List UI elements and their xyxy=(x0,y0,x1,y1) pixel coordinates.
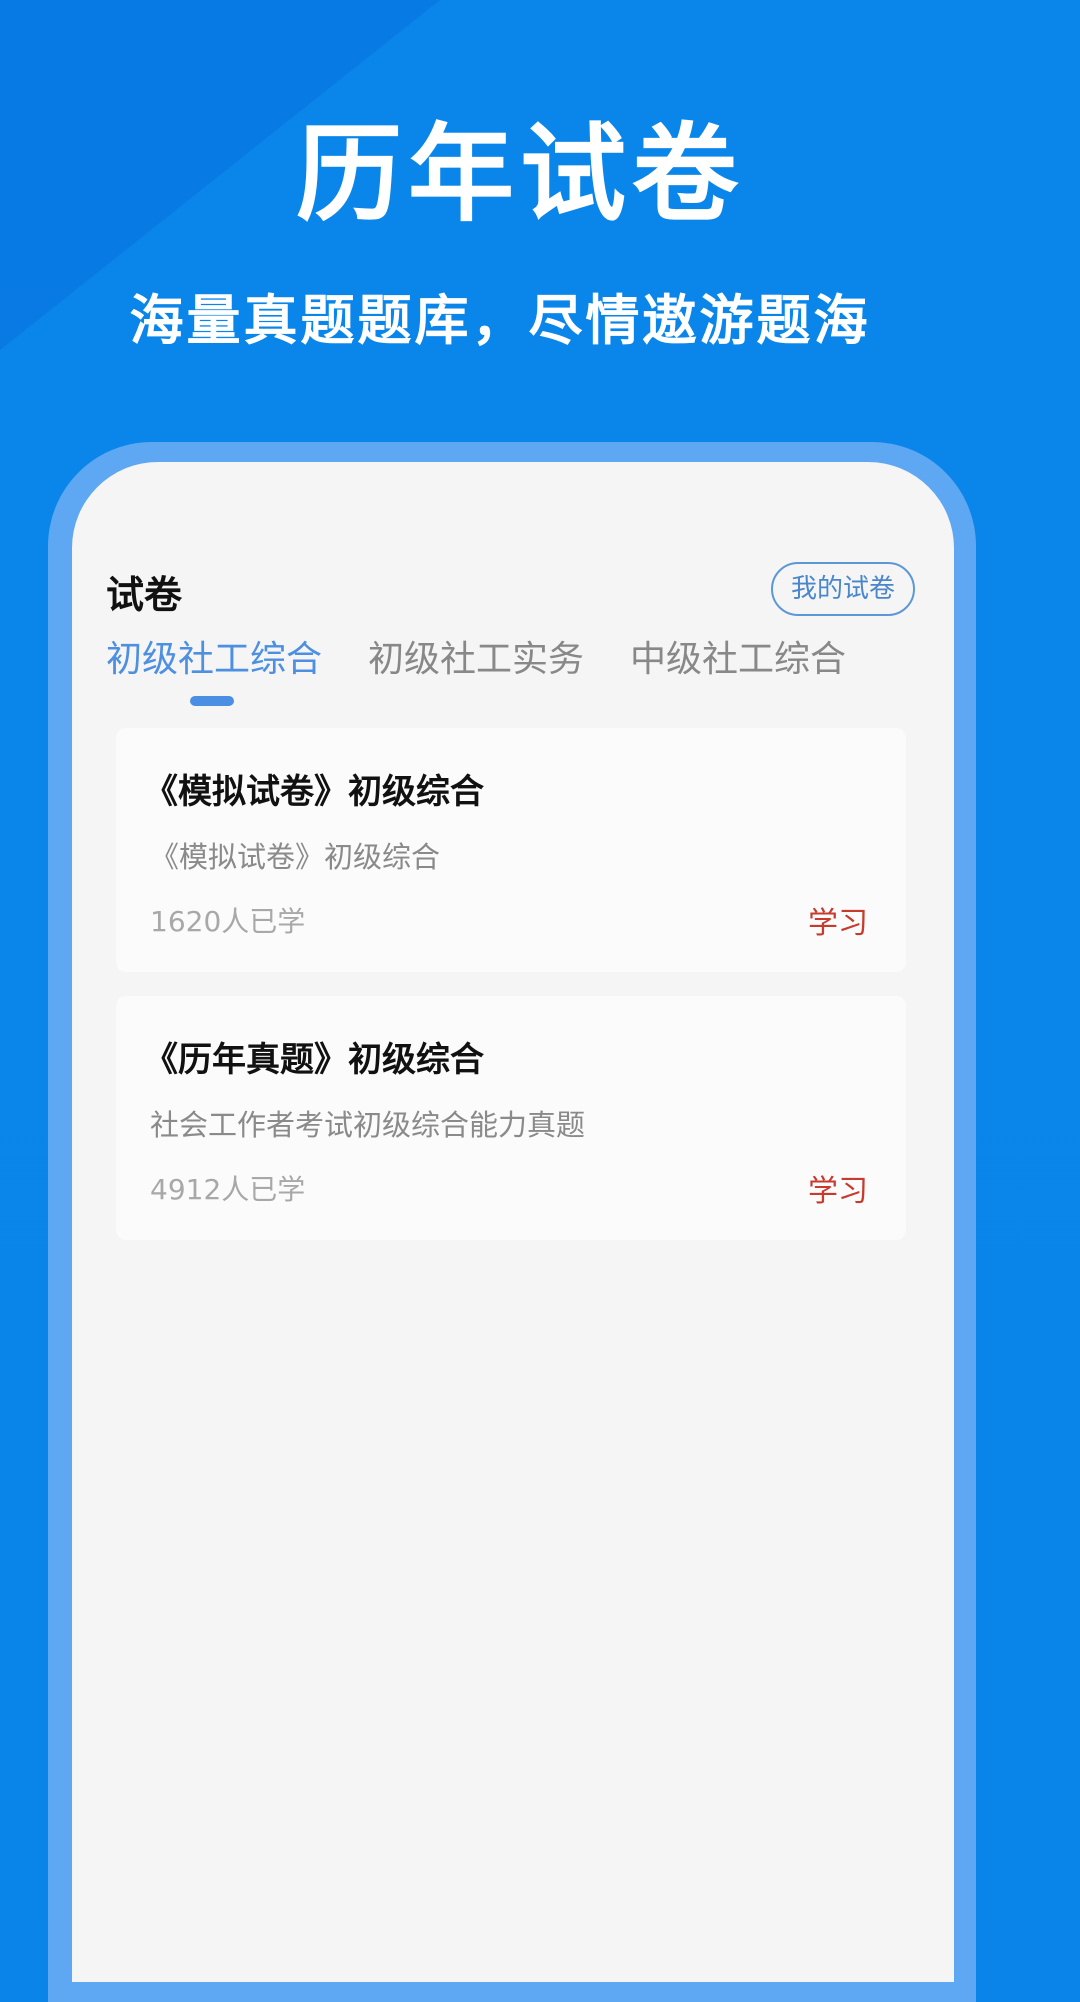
section-title: 试卷 xyxy=(106,573,183,617)
phone-screen: 试卷 我的试卷 初级社工综合 初级社工实务 中级社工综合 《模拟试卷》初级综合 … xyxy=(72,462,954,1982)
tab-junior-practice[interactable]: 初级社工实务 xyxy=(368,630,584,682)
study-button[interactable]: 学习 xyxy=(808,898,868,942)
paper-card-title: 《历年真题》初级综合 xyxy=(144,1040,484,1080)
paper-card-title: 《模拟试卷》初级综合 xyxy=(144,772,484,812)
paper-card-learner-count: 1620人已学 xyxy=(150,905,306,938)
hero-subtitle: 海量真题题库，尽情遨游题海 xyxy=(129,289,871,352)
tab-junior-comprehensive[interactable]: 初级社工综合 xyxy=(106,630,322,682)
paper-card-learner-count: 4912人已学 xyxy=(150,1173,306,1206)
category-tabs: 初级社工综合 初级社工实务 中级社工综合 xyxy=(106,630,892,682)
hero-title: 历年试卷 xyxy=(296,113,744,236)
my-papers-button[interactable]: 我的试卷 xyxy=(771,562,915,616)
paper-card[interactable]: 《模拟试卷》初级综合 《模拟试卷》初级综合 1620人已学 学习 xyxy=(116,728,906,972)
tab-intermediate-comprehensive[interactable]: 中级社工综合 xyxy=(630,630,846,682)
study-button[interactable]: 学习 xyxy=(808,1166,868,1210)
paper-card[interactable]: 《历年真题》初级综合 社会工作者考试初级综合能力真题 4912人已学 学习 xyxy=(116,996,906,1240)
active-tab-indicator xyxy=(190,696,234,706)
paper-card-description: 社会工作者考试初级综合能力真题 xyxy=(150,1108,586,1142)
paper-card-description: 《模拟试卷》初级综合 xyxy=(150,840,441,874)
